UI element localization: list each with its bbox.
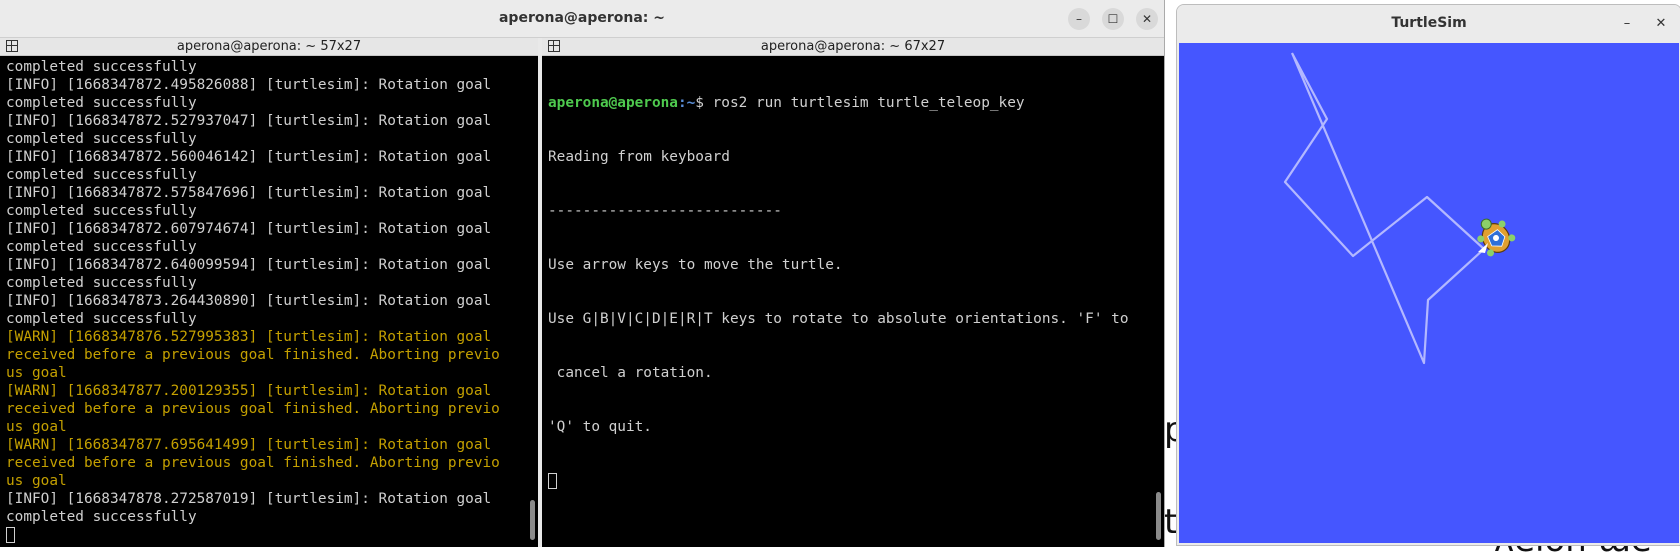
scrollbar-thumb[interactable] [530,500,535,540]
pane-title: aperona@aperona: ~ 57x27 [176,39,362,54]
log-line-info: [INFO] [1668347878.272587019] [turtlesim… [6,491,492,507]
log-line-warn: us goal [6,365,67,381]
log-line-warn: received before a previous goal finished… [6,401,500,417]
close-button[interactable]: ✕ [1651,14,1671,34]
log-line-warn: [WARN] [1668347877.695641499] [turtlesim… [6,437,492,453]
cursor-line [548,472,1164,490]
log-line-info: [INFO] [1668347873.264430890] [turtlesim… [6,293,492,309]
output-line: cancel a rotation. [548,365,713,381]
log-line-info: completed successfully [6,239,197,255]
output-line: --------------------------- [548,203,782,219]
log-line-info: [INFO] [1668347872.495826088] [turtlesim… [6,77,492,93]
prompt-symbol: $ [695,95,713,111]
log-line-warn: received before a previous goal finished… [6,347,500,363]
log-line-info: completed successfully [6,203,197,219]
turtlesim-titlebar[interactable]: TurtleSim – ✕ [1177,5,1680,43]
pane-header[interactable]: aperona@aperona: ~ 67x27 [542,38,1164,56]
log-line-info: completed successfully [6,311,197,327]
minimize-button[interactable]: – [1068,8,1090,30]
prompt-path: :~ [677,95,696,111]
pane-title: aperona@aperona: ~ 67x27 [760,39,946,54]
log-line-info: [INFO] [1668347872.607974674] [turtlesim… [6,221,492,237]
terminal-titlebar[interactable]: aperona@aperona: ~ – ☐ ✕ [0,0,1164,38]
turtle-icon [1477,218,1516,257]
prompt-user: aperona@aperona [548,95,678,111]
log-line-info: [INFO] [1668347872.640099594] [turtlesim… [6,257,492,273]
log-line-info: [INFO] [1668347872.527937047] [turtlesim… [6,113,492,129]
log-line-warn: [WARN] [1668347876.527995383] [turtlesim… [6,329,492,345]
command-text: ros2 run turtlesim turtle_teleop_key [712,95,1025,111]
maximize-button[interactable]: ☐ [1102,8,1124,30]
turtlesim-window: TurtleSim – ✕ [1176,4,1680,546]
terminal-output[interactable]: completed successfully [INFO] [1668347872… [0,56,538,544]
log-line-info: completed successfully [6,275,197,291]
terminal-window: aperona@aperona: ~ – ☐ ✕ aperona@aperona… [0,0,1165,547]
log-line-info: completed successfully [6,509,197,525]
scrollbar-thumb[interactable] [1156,492,1161,540]
terminal-cursor [6,527,15,543]
terminal-pane-left[interactable]: aperona@aperona: ~ 57x27 completed succe… [0,38,538,547]
log-line-warn: received before a previous goal finished… [6,455,500,471]
log-line-info: completed successfully [6,131,197,147]
turtlesim-canvas [1179,43,1679,543]
terminal-window-title: aperona@aperona: ~ [498,10,665,26]
output-line: Use G|B|V|C|D|E|R|T keys to rotate to ab… [548,311,1129,327]
log-line-warn: us goal [6,473,67,489]
turtle-path-drawing [1283,52,1516,365]
output-line: Use arrow keys to move the turtle. [548,257,843,273]
log-line-info: [INFO] [1668347872.575847696] [turtlesim… [6,185,492,201]
close-button[interactable]: ✕ [1136,8,1158,30]
terminal-output[interactable]: aperona@aperona:~$ ros2 run turtlesim tu… [542,56,1164,526]
log-line-info: completed successfully [6,59,197,75]
output-line: 'Q' to quit. [548,419,652,435]
minimize-button[interactable]: – [1617,14,1637,34]
output-line: Reading from keyboard [548,149,730,165]
log-line-warn: [WARN] [1668347877.200129355] [turtlesim… [6,383,492,399]
terminal-pane-right[interactable]: aperona@aperona: ~ 67x27 aperona@aperona… [542,38,1164,547]
command-line: aperona@aperona:~$ ros2 run turtlesim tu… [548,94,1164,112]
log-line-warn: us goal [6,419,67,435]
log-line-info: completed successfully [6,167,197,183]
terminal-cursor [548,473,557,489]
cursor-line [6,526,538,544]
log-line-info: [INFO] [1668347872.560046142] [turtlesim… [6,149,492,165]
log-line-info: completed successfully [6,95,197,111]
turtle-path [1283,52,1486,365]
turtlesim-title: TurtleSim [1391,15,1467,31]
pane-header[interactable]: aperona@aperona: ~ 57x27 [0,38,538,56]
